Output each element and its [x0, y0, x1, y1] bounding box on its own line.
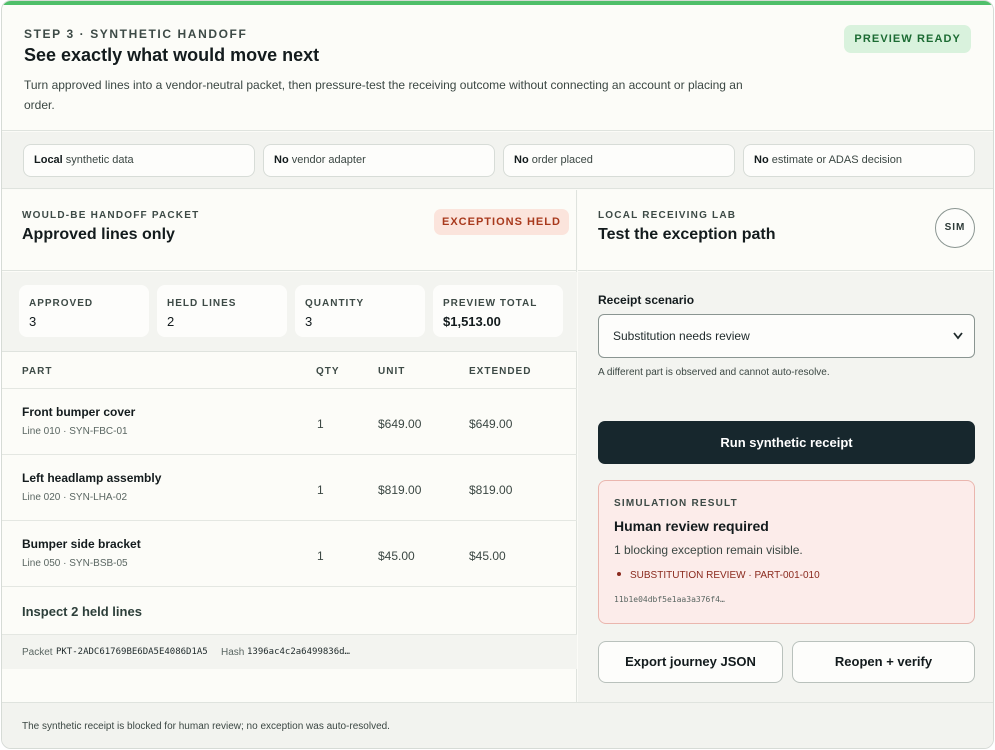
chip-vendor-adapter: No vendor adapter [263, 144, 495, 177]
result-text: 1 blocking exception remain visible. [614, 543, 803, 557]
stat-held-lines: HELD LINES 2 [157, 285, 287, 337]
part-qty: 1 [317, 549, 324, 563]
export-journey-json-button[interactable]: Export journey JSON [598, 641, 783, 683]
page-title: See exactly what would move next [24, 45, 320, 65]
chip-local-data: Local synthetic data [23, 144, 255, 177]
exceptions-held-badge: EXCEPTIONS HELD [434, 209, 569, 235]
lab-title: Test the exception path [598, 226, 776, 243]
chip-order-placed: No order placed [503, 144, 735, 177]
scenario-selected-value: Substitution needs review [613, 329, 750, 343]
simulation-result-card: SIMULATION RESULT Human review required … [598, 480, 975, 624]
hash-value: 1396ac4c2a6499836d… [247, 647, 350, 657]
part-unit: $819.00 [378, 483, 422, 497]
packet-label: Packet [22, 647, 53, 658]
packet-id: PKT-2ADC61769BE6DA5E4086D1A5 [56, 647, 208, 657]
scenario-hint: A different part is observed and cannot … [598, 367, 830, 378]
packet-footer: Packet PKT-2ADC61769BE6DA5E4086D1A5 Hash… [2, 634, 577, 669]
packet-title: Approved lines only [22, 226, 175, 243]
part-meta: Line 050 · SYN-BSB-05 [22, 558, 128, 569]
result-title: Human review required [614, 518, 769, 534]
part-meta: Line 020 · SYN-LHA-02 [22, 492, 128, 503]
exception-list-item: SUBSTITUTION REVIEW · PART-001-010 [617, 570, 820, 581]
packet-stats: APPROVED 3 HELD LINES 2 QUANTITY 3 PREVI… [2, 272, 577, 352]
chip-estimate-adas: No estimate or ADAS decision [743, 144, 975, 177]
table-row: Front bumper cover Line 010 · SYN-FBC-01… [2, 389, 577, 455]
result-eyebrow: SIMULATION RESULT [614, 498, 738, 509]
part-extended: $819.00 [469, 483, 513, 497]
status-footer: The synthetic receipt is blocked for hum… [2, 702, 993, 748]
page-description: Turn approved lines into a vendor-neutra… [24, 78, 743, 112]
stat-approved: APPROVED 3 [19, 285, 149, 337]
col-qty: QTY [316, 366, 340, 377]
part-qty: 1 [317, 417, 324, 431]
handoff-packet-panel: WOULD-BE HANDOFF PACKET Approved lines o… [2, 190, 577, 702]
stat-quantity: QUANTITY 3 [295, 285, 425, 337]
packet-panel-header: WOULD-BE HANDOFF PACKET Approved lines o… [2, 190, 577, 271]
part-extended: $649.00 [469, 417, 513, 431]
part-name: Left headlamp assembly [22, 471, 162, 485]
part-unit: $649.00 [378, 417, 422, 431]
lab-panel-body: Receipt scenario Substitution needs revi… [578, 272, 993, 702]
sim-badge: SIM [935, 208, 975, 248]
col-part: PART [22, 366, 53, 377]
col-extended: EXTENDED [469, 366, 532, 377]
result-hash: 11b1e04dbf5e1aa3a376f4… [614, 595, 725, 604]
part-qty: 1 [317, 483, 324, 497]
reopen-verify-button[interactable]: Reopen + verify [792, 641, 975, 683]
receipt-scenario-label: Receipt scenario [598, 293, 695, 307]
receiving-lab-panel: LOCAL RECEIVING LAB Test the exception p… [578, 190, 993, 702]
table-row: Bumper side bracket Line 050 · SYN-BSB-0… [2, 521, 577, 587]
part-extended: $45.00 [469, 549, 506, 563]
table-row: Left headlamp assembly Line 020 · SYN-LH… [2, 455, 577, 521]
stat-preview-total: PREVIEW TOTAL $1,513.00 [433, 285, 563, 337]
run-synthetic-receipt-button[interactable]: Run synthetic receipt [598, 421, 975, 464]
step-label: STEP 3 · SYNTHETIC HANDOFF [24, 27, 248, 41]
handoff-window: STEP 3 · SYNTHETIC HANDOFF See exactly w… [1, 0, 994, 749]
chevron-down-icon [952, 315, 964, 374]
footer-status-text: The synthetic receipt is blocked for hum… [22, 721, 390, 732]
status-badge: PREVIEW READY [844, 25, 971, 53]
lab-eyebrow: LOCAL RECEIVING LAB [598, 210, 737, 221]
guarantee-chips: Local synthetic data No vendor adapter N… [2, 132, 993, 189]
page-header: STEP 3 · SYNTHETIC HANDOFF See exactly w… [2, 5, 993, 131]
col-unit: UNIT [378, 366, 406, 377]
packet-eyebrow: WOULD-BE HANDOFF PACKET [22, 210, 200, 221]
inspect-held-lines-link[interactable]: Inspect 2 held lines [22, 604, 142, 619]
receipt-scenario-select[interactable]: Substitution needs review [598, 314, 975, 358]
lab-panel-header: LOCAL RECEIVING LAB Test the exception p… [578, 190, 993, 271]
part-unit: $45.00 [378, 549, 415, 563]
bullet-icon [617, 572, 621, 576]
part-meta: Line 010 · SYN-FBC-01 [22, 426, 128, 437]
part-name: Bumper side bracket [22, 537, 141, 551]
hash-label: Hash [221, 647, 245, 658]
part-name: Front bumper cover [22, 405, 136, 419]
table-header: PART QTY UNIT EXTENDED [2, 353, 577, 389]
